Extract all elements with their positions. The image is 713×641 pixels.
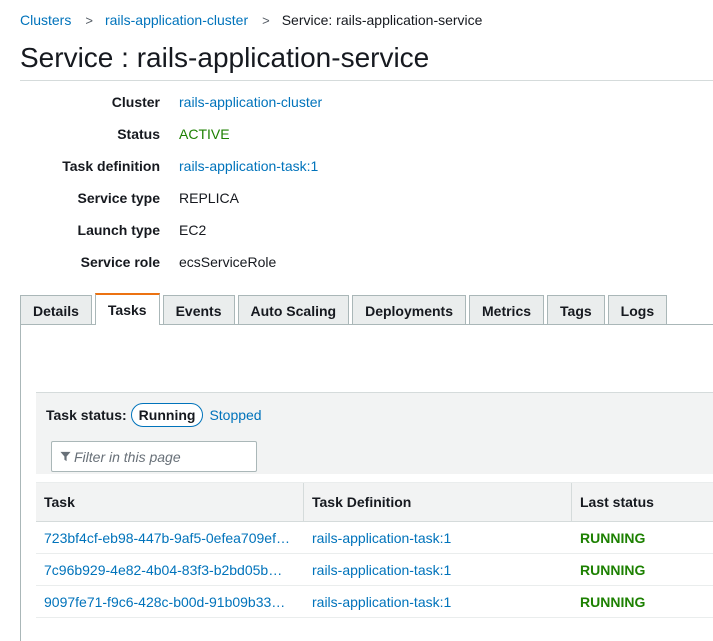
table-row: 723bf4cf-eb98-447b-9af5-0efea709ef… rail… <box>36 522 713 554</box>
task-status-bar: Task status: Running Stopped <box>36 392 713 436</box>
last-status: RUNNING <box>580 561 646 578</box>
task-definition-link[interactable]: rails-application-task:1 <box>304 530 572 546</box>
stopped-filter-button[interactable]: Stopped <box>209 407 261 423</box>
breadcrumb: Clusters > rails-application-cluster > S… <box>20 12 482 28</box>
detail-row-service-type: Service type REPLICA <box>0 186 713 210</box>
detail-row-launch-type: Launch type EC2 <box>0 218 713 242</box>
detail-row-service-role: Service role ecsServiceRole <box>0 250 713 274</box>
tab-details[interactable]: Details <box>20 295 92 325</box>
tab-events[interactable]: Events <box>162 295 235 325</box>
tasks-panel: Task status: Running Stopped Filter in t… <box>36 392 713 641</box>
running-filter-button[interactable]: Running <box>130 402 204 427</box>
breadcrumb-current: Service: rails-application-service <box>281 12 483 28</box>
launch-type-value: EC2 <box>179 222 207 238</box>
filter-placeholder: Filter in this page <box>74 448 181 465</box>
table-row: 9097fe71-f9c6-428c-b00d-91b09b33… rails-… <box>36 586 713 618</box>
detail-label: Service type <box>77 190 161 206</box>
detail-label: Cluster <box>111 94 160 110</box>
filter-input[interactable]: Filter in this page <box>51 441 257 472</box>
column-header-task[interactable]: Task <box>36 483 304 521</box>
task-definition-link[interactable]: rails-application-task:1 <box>304 562 572 578</box>
tab-bar: Details Tasks Events Auto Scaling Deploy… <box>20 293 670 325</box>
filter-area: Filter in this page <box>36 436 713 474</box>
tab-deployments[interactable]: Deployments <box>352 295 466 325</box>
last-status: RUNNING <box>580 593 646 610</box>
table-row: 7c96b929-4e82-4b04-83f3-b2bd05b… rails-a… <box>36 554 713 586</box>
breadcrumb-cluster-link[interactable]: rails-application-cluster <box>105 12 248 28</box>
detail-row-status: Status ACTIVE <box>0 122 713 146</box>
tab-auto-scaling[interactable]: Auto Scaling <box>237 295 350 325</box>
tab-tags[interactable]: Tags <box>547 295 605 325</box>
breadcrumb-clusters-link[interactable]: Clusters <box>20 12 71 28</box>
detail-row-cluster: Cluster rails-application-cluster <box>0 90 713 114</box>
detail-label: Status <box>117 126 160 142</box>
task-status-label: Task status: <box>46 406 127 423</box>
service-type-value: REPLICA <box>179 190 239 206</box>
filter-icon <box>60 451 71 462</box>
detail-label: Launch type <box>77 222 160 238</box>
breadcrumb-separator-icon: > <box>262 12 270 28</box>
detail-row-task-definition: Task definition rails-application-task:1 <box>0 154 713 178</box>
task-id-link[interactable]: 7c96b929-4e82-4b04-83f3-b2bd05b… <box>36 562 304 578</box>
breadcrumb-separator-icon: > <box>85 12 93 28</box>
detail-label: Service role <box>80 254 160 270</box>
task-id-link[interactable]: 9097fe71-f9c6-428c-b00d-91b09b33… <box>36 594 304 610</box>
detail-label: Task definition <box>62 158 160 174</box>
column-header-task-definition[interactable]: Task Definition <box>304 483 572 521</box>
page-title: Service : rails-application-service <box>20 42 430 73</box>
tab-metrics[interactable]: Metrics <box>469 295 545 325</box>
tab-logs[interactable]: Logs <box>607 295 668 325</box>
task-id-link[interactable]: 723bf4cf-eb98-447b-9af5-0efea709ef… <box>36 530 304 546</box>
task-definition-link[interactable]: rails-application-task:1 <box>304 594 572 610</box>
cluster-link[interactable]: rails-application-cluster <box>179 94 322 110</box>
column-header-last-status[interactable]: Last status <box>572 483 713 521</box>
last-status: RUNNING <box>580 529 646 546</box>
table-header: Task Task Definition Last status <box>36 482 713 522</box>
tab-panel-border <box>20 324 21 641</box>
title-divider <box>20 80 713 81</box>
page: Clusters > rails-application-cluster > S… <box>0 0 713 641</box>
task-definition-link[interactable]: rails-application-task:1 <box>179 158 318 174</box>
status-value: ACTIVE <box>179 126 230 142</box>
tab-tasks[interactable]: Tasks <box>94 293 160 325</box>
service-role-value: ecsServiceRole <box>179 254 277 270</box>
